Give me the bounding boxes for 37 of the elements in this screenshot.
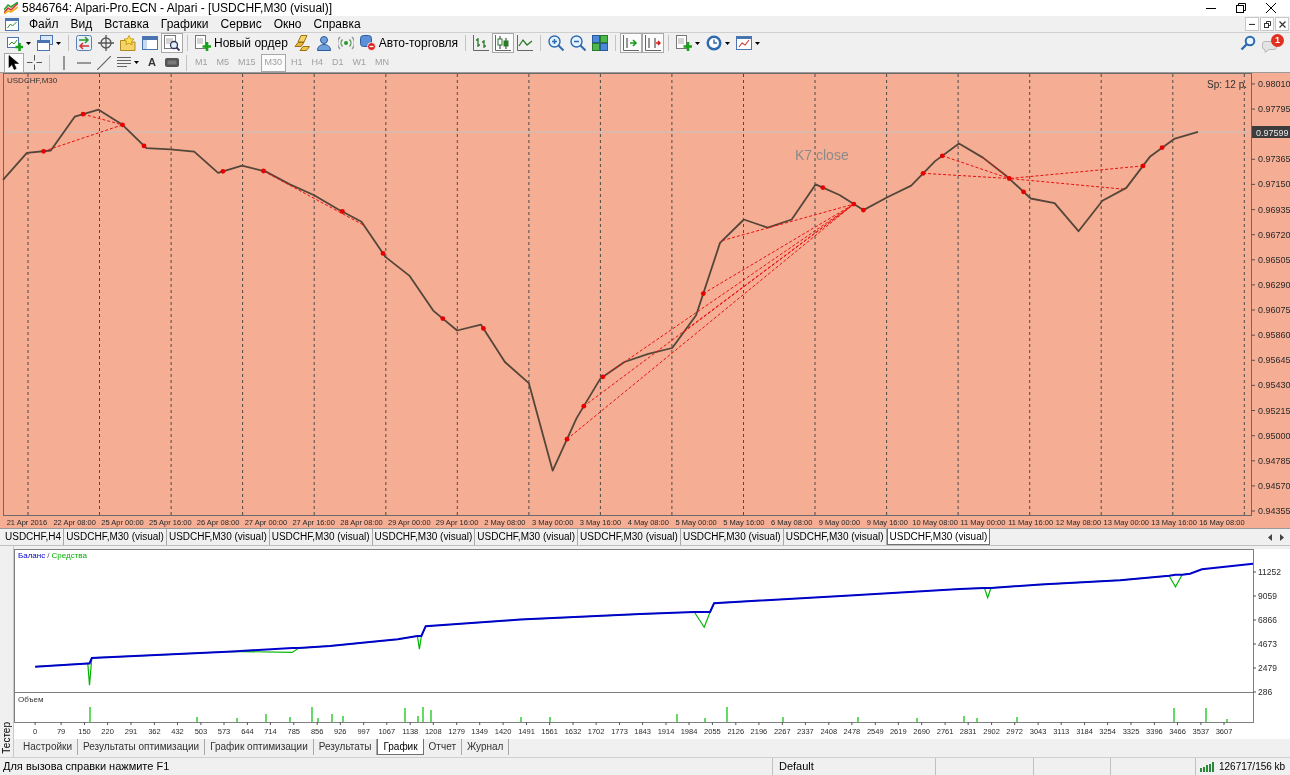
y-axis-label: 4673 <box>1258 639 1277 649</box>
price-axis-label: 0.95430 <box>1258 380 1290 391</box>
price-axis-label: 0.97795 <box>1258 104 1290 115</box>
legend-label: Средства <box>51 552 87 560</box>
price-axis-label: 0.95645 <box>1258 355 1290 366</box>
y-axis-label: 2479 <box>1258 663 1277 673</box>
current-price-label: 0.97599 <box>1252 126 1290 138</box>
price-axis-label: 0.94355 <box>1258 506 1290 516</box>
price-axis-label: 0.98010 <box>1258 78 1290 89</box>
price-axis-label: 0.96290 <box>1258 279 1290 290</box>
price-axis-label: 0.97365 <box>1258 154 1290 165</box>
spread-label: Sp: 12 p. <box>1206 79 1247 90</box>
volume-label: Объем <box>18 696 44 704</box>
profile-name: Default <box>779 761 814 772</box>
price-axis-label: 0.97150 <box>1258 179 1290 190</box>
legend-label: Баланс <box>18 552 46 560</box>
price-axis-label: 0.95215 <box>1258 405 1290 416</box>
price-axis-label: 0.96720 <box>1258 229 1290 240</box>
status-text: Для вызова справки нажмите F1 <box>3 761 170 772</box>
price-axis-label: 0.94785 <box>1258 455 1290 466</box>
panel-title: Тестер <box>1 722 12 754</box>
ref-line-label: 0.97599 <box>1256 127 1289 138</box>
y-axis-label: 11252 <box>1258 567 1281 577</box>
notification-count: 1 <box>1271 33 1284 47</box>
price-axis-label: 0.96075 <box>1258 305 1290 315</box>
price-axis-label: 0.96505 <box>1258 254 1290 265</box>
price-axis-label: 0.94570 <box>1258 480 1290 491</box>
chart-symbol-label: USDCHF,M30 <box>7 76 58 85</box>
traffic-counter: 126717/156 kb <box>1219 761 1286 772</box>
price-axis-label: 0.95000 <box>1258 430 1290 441</box>
y-axis-label: 286 <box>1258 687 1273 697</box>
legend-separator: / <box>47 552 50 560</box>
window-title: 5846764: Alpari-Pro.ECN - Alpari - [USDCHF,M30 (visual)] <box>22 2 333 14</box>
y-axis-label: 6866 <box>1258 615 1277 625</box>
y-axis-label: 9059 <box>1258 591 1277 601</box>
price-axis-label: 0.96935 <box>1258 204 1290 215</box>
price-axis-label: 0.95860 <box>1258 330 1290 341</box>
